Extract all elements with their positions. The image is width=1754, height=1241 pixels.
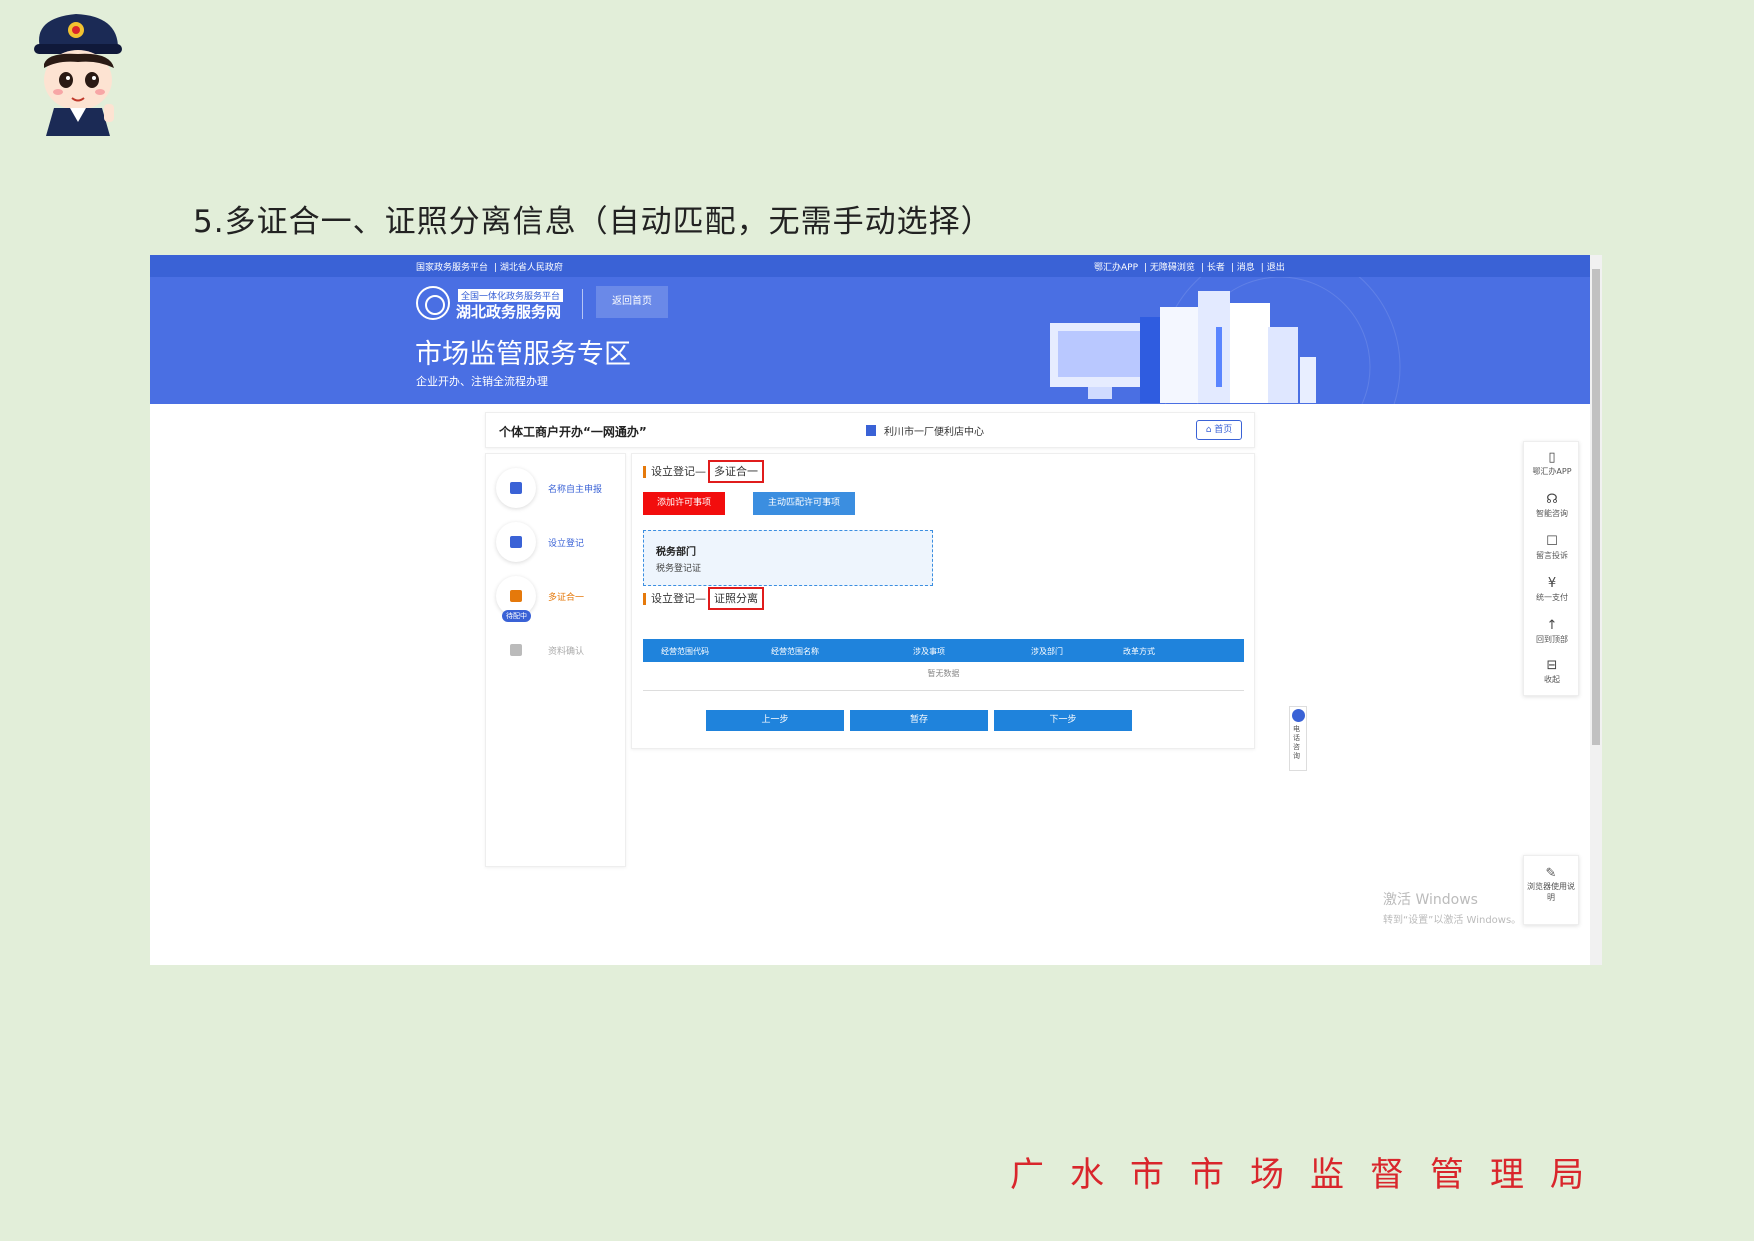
portal-top-strip: 国家政务服务平台 | 湖北省人民政府 鄂汇办APP | 无障碍浏览 | 长者 | 消息 |… — [150, 255, 1590, 277]
tool-label: 统一支付 — [1536, 593, 1568, 602]
auto-match-permit-button[interactable]: 主动匹配许可事项 — [753, 492, 855, 515]
building-icon — [866, 425, 876, 436]
windows-activation-watermark: 激活 Windows 转到“设置”以激活 Windows。 — [1383, 889, 1521, 926]
next-button[interactable]: 下一步 — [994, 710, 1132, 731]
step-sidebar: 名称自主申报 设立登记 多证合一 待配中 资料确认 — [485, 453, 626, 867]
tax-dept-item: 税务登记证 — [656, 564, 702, 574]
phone-consult-tab[interactable]: 电话咨询 — [1289, 706, 1307, 771]
section-cert-separation: 设立登记— 证照分离 — [643, 587, 764, 610]
step-registration[interactable]: 设立登记 — [496, 522, 621, 562]
section-prefix: 设立登记 — [651, 592, 695, 605]
col-dept: 涉及部门 — [1031, 647, 1063, 656]
tool-label: 鄂汇办APP — [1532, 467, 1572, 476]
comment-icon: ☐ — [1546, 534, 1558, 549]
link-accessibility[interactable]: 无障碍浏览 — [1150, 263, 1195, 273]
col-scope-name: 经营范围名称 — [771, 647, 819, 656]
tool-payment[interactable]: ¥ 统一支付 — [1524, 576, 1580, 603]
link-elder[interactable]: 长者 — [1207, 263, 1225, 273]
tool-back-top[interactable]: ↑ 回到顶部 — [1524, 618, 1580, 645]
table-empty: 暂无数据 — [927, 669, 960, 678]
note-icon — [510, 482, 522, 494]
main-panel: 设立登记— 多证合一 添加许可事项 主动匹配许可事项 税务部门 税务登记证 设立登… — [631, 453, 1255, 749]
table-header: 经营范围代码 经营范围名称 涉及事项 涉及部门 改革方式 — [643, 639, 1244, 662]
phone-consult-label: 电话咨询 — [1293, 725, 1300, 760]
tax-dept-box: 税务部门 税务登记证 — [643, 530, 933, 586]
service-title: 个体工商户开办“一网通办” — [499, 425, 647, 439]
slide-title: 5.多证合一、证照分离信息（自动匹配，无需手动选择） — [193, 204, 993, 240]
section-prefix: 设立登记 — [651, 465, 695, 478]
banner-divider — [582, 289, 583, 319]
link-hubei-gov[interactable]: 湖北省人民政府 — [500, 263, 563, 273]
portal-screenshot: 国家政务服务平台 | 湖北省人民政府 鄂汇办APP | 无障碍浏览 | 长者 | 消息 |… — [150, 255, 1602, 965]
browser-guide-button[interactable]: ✎ 浏览器使用说明 — [1523, 855, 1579, 925]
link-app[interactable]: 鄂汇办APP — [1094, 263, 1138, 273]
activation-line2: 转到“设置”以激活 Windows。 — [1383, 915, 1522, 926]
portal-banner: 全国一体化政务服务平台 湖北政务服务网 返回首页 市场监管服务专区 企业开办、注… — [150, 277, 1590, 404]
yuan-icon: ¥ — [1547, 576, 1557, 591]
mascot-police-cartoon — [34, 14, 122, 136]
highlight-cert-separation: 证照分离 — [708, 587, 764, 610]
col-reform: 改革方式 — [1123, 647, 1155, 656]
zone-subtitle: 企业开办、注销全流程办理 — [416, 375, 548, 388]
footer-organization: 广水市市场监督管理局 — [1010, 1155, 1610, 1195]
save-draft-button[interactable]: 暂存 — [850, 710, 988, 731]
col-scope-code: 经营范围代码 — [661, 647, 709, 656]
link-logout[interactable]: 退出 — [1267, 263, 1285, 273]
link-messages[interactable]: 消息 — [1237, 263, 1255, 273]
step-name-declare[interactable]: 名称自主申报 — [496, 468, 621, 508]
scrollbar-thumb[interactable] — [1592, 269, 1600, 745]
tool-label: 留言投诉 — [1536, 551, 1568, 560]
step-confirm[interactable]: 资料确认 — [496, 630, 621, 670]
tool-consult[interactable]: ☊ 智能咨询 — [1524, 492, 1580, 519]
active-step-badge: 待配中 — [502, 610, 531, 622]
activation-line1: 激活 Windows — [1383, 892, 1478, 908]
col-items: 涉及事项 — [913, 647, 945, 656]
feather-icon: ✎ — [1545, 866, 1557, 881]
collapse-icon: ⊟ — [1546, 658, 1558, 673]
step-label: 名称自主申报 — [548, 485, 603, 495]
phone-icon: ▯ — [1548, 450, 1556, 465]
float-toolbar: ▯ 鄂汇办APP ☊ 智能咨询 ☐ 留言投诉 ¥ 统一支付 ↑ 回到顶部 ⊟ 收起 — [1523, 441, 1579, 696]
home-button[interactable]: ⌂ 首页 — [1196, 420, 1242, 440]
step-label: 多证合一 — [548, 593, 585, 603]
step-label: 资料确认 — [548, 647, 585, 657]
tool-label: 智能咨询 — [1536, 509, 1568, 518]
link-national-platform[interactable]: 国家政务服务平台 — [416, 263, 488, 273]
step-label: 设立登记 — [548, 539, 585, 549]
location-text: 利川市一厂便利店中心 — [884, 427, 984, 438]
edit-icon — [510, 536, 522, 548]
guide-label: 浏览器使用说明 — [1527, 882, 1575, 902]
home-label: 首页 — [1214, 425, 1233, 435]
page-scrollbar[interactable] — [1590, 255, 1602, 965]
section-multi-cert: 设立登记— 多证合一 — [643, 460, 764, 483]
tool-label: 收起 — [1544, 675, 1560, 684]
prev-button[interactable]: 上一步 — [706, 710, 844, 731]
document-icon — [510, 644, 522, 656]
certificate-icon — [510, 590, 522, 602]
tool-app[interactable]: ▯ 鄂汇办APP — [1524, 450, 1580, 477]
tool-collapse[interactable]: ⊟ 收起 — [1524, 658, 1580, 685]
portal-logo-icon — [416, 286, 450, 320]
tax-dept-title: 税务部门 — [656, 547, 696, 558]
highlight-multi-cert: 多证合一 — [708, 460, 764, 483]
tool-complaint[interactable]: ☐ 留言投诉 — [1524, 534, 1580, 561]
top-icon: ↑ — [1546, 618, 1558, 633]
service-location: 利川市一厂便利店中心 — [866, 423, 984, 438]
service-header: 个体工商户开办“一网通办” 利川市一厂便利店中心 ⌂ 首页 — [485, 412, 1255, 448]
headset-icon: ☊ — [1546, 492, 1558, 507]
zone-title: 市场监管服务专区 — [415, 339, 631, 370]
city-illustration-icon — [1050, 277, 1401, 404]
phone-icon — [1292, 709, 1305, 722]
back-home-button[interactable]: 返回首页 — [596, 286, 668, 318]
table-divider — [643, 690, 1244, 691]
site-name: 湖北政务服务网 — [456, 303, 562, 321]
add-permit-button[interactable]: 添加许可事项 — [643, 492, 725, 515]
tool-label: 回到顶部 — [1536, 635, 1568, 644]
